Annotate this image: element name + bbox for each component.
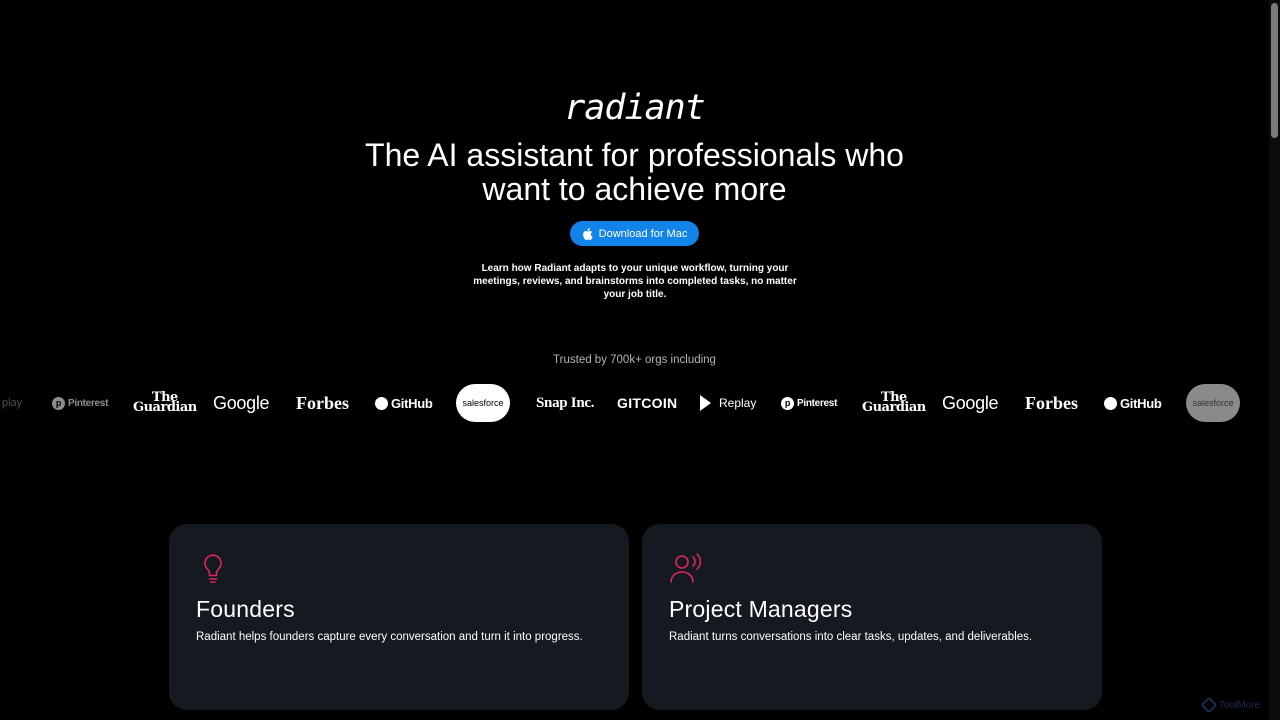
logo-salesforce: salesforce [1186,384,1240,422]
pinterest-icon: p [52,396,65,410]
logo-replay-partial: play [2,383,22,423]
watermark-text: ToolMore [1219,699,1261,711]
customer-logo-carousel: play p Pinterest The Guardian Google For… [0,383,1269,423]
logo-salesforce: salesforce [456,384,510,422]
hero-description: Learn how Radiant adapts to your unique … [473,263,797,300]
logo-forbes: Forbes [296,392,349,413]
logo-pinterest-text: Pinterest [797,397,838,409]
download-for-mac-button[interactable]: Download for Mac [570,221,699,246]
pinterest-icon: p [781,396,794,410]
logo-github-text: GitHub [391,395,433,411]
logo-google: Google [942,392,999,413]
card-description: Radiant turns conversations into clear t… [669,631,1033,643]
play-icon [700,395,711,411]
card-title: Project Managers [669,596,853,622]
watermark-icon [1200,696,1218,714]
logo-replay: Replay [700,383,756,423]
download-button-label: Download for Mac [598,227,688,240]
logo-github-text: GitHub [1120,395,1162,411]
logo-the-guardian: The Guardian [133,383,197,423]
logo-github: GitHub [375,383,433,423]
github-icon [1104,396,1117,410]
watermark: ToolMore [1200,696,1261,714]
github-icon [375,396,388,410]
landing-page: radiant The AI assistant for professiona… [0,0,1269,720]
logo-github: GitHub [1104,383,1162,423]
vertical-scrollbar[interactable] [1269,0,1280,720]
lightbulb-icon [204,554,222,583]
logo-pinterest: p Pinterest [781,383,837,423]
card-project-managers[interactable]: Project Managers Radiant turns conversat… [642,524,1102,710]
apple-icon [582,227,593,240]
logo-snap-inc: Snap Inc. [536,394,595,411]
card-title: Founders [196,596,295,622]
logo-replay-partial-text: play [2,397,23,409]
logo-google: Google [213,392,270,413]
logo-gitcoin: GITCOIN [617,395,678,411]
headline-line-2: want to achieve more [482,171,787,207]
logo-pinterest-text: Pinterest [68,397,109,409]
trusted-by-heading: Trusted by 700k+ orgs including [553,354,716,366]
logo-the-guardian: The Guardian [862,383,926,423]
hero-headline: The AI assistant for professionals who w… [0,138,1269,206]
logo-guardian-line-2: Guardian [862,400,926,415]
card-founders[interactable]: Founders Radiant helps founders capture … [169,524,629,710]
logo-forbes: Forbes [1025,392,1078,413]
logo-pinterest: p Pinterest [52,383,108,423]
logo-replay-text: Replay [719,396,757,410]
logo-guardian-line-2: Guardian [133,400,197,415]
scrollbar-thumb[interactable] [1271,3,1278,138]
card-description: Radiant helps founders capture every con… [196,631,583,643]
radiant-logo[interactable]: radiant [0,88,1269,128]
headline-line-1: The AI assistant for professionals who [365,137,904,173]
person-speaking-icon [670,553,702,583]
